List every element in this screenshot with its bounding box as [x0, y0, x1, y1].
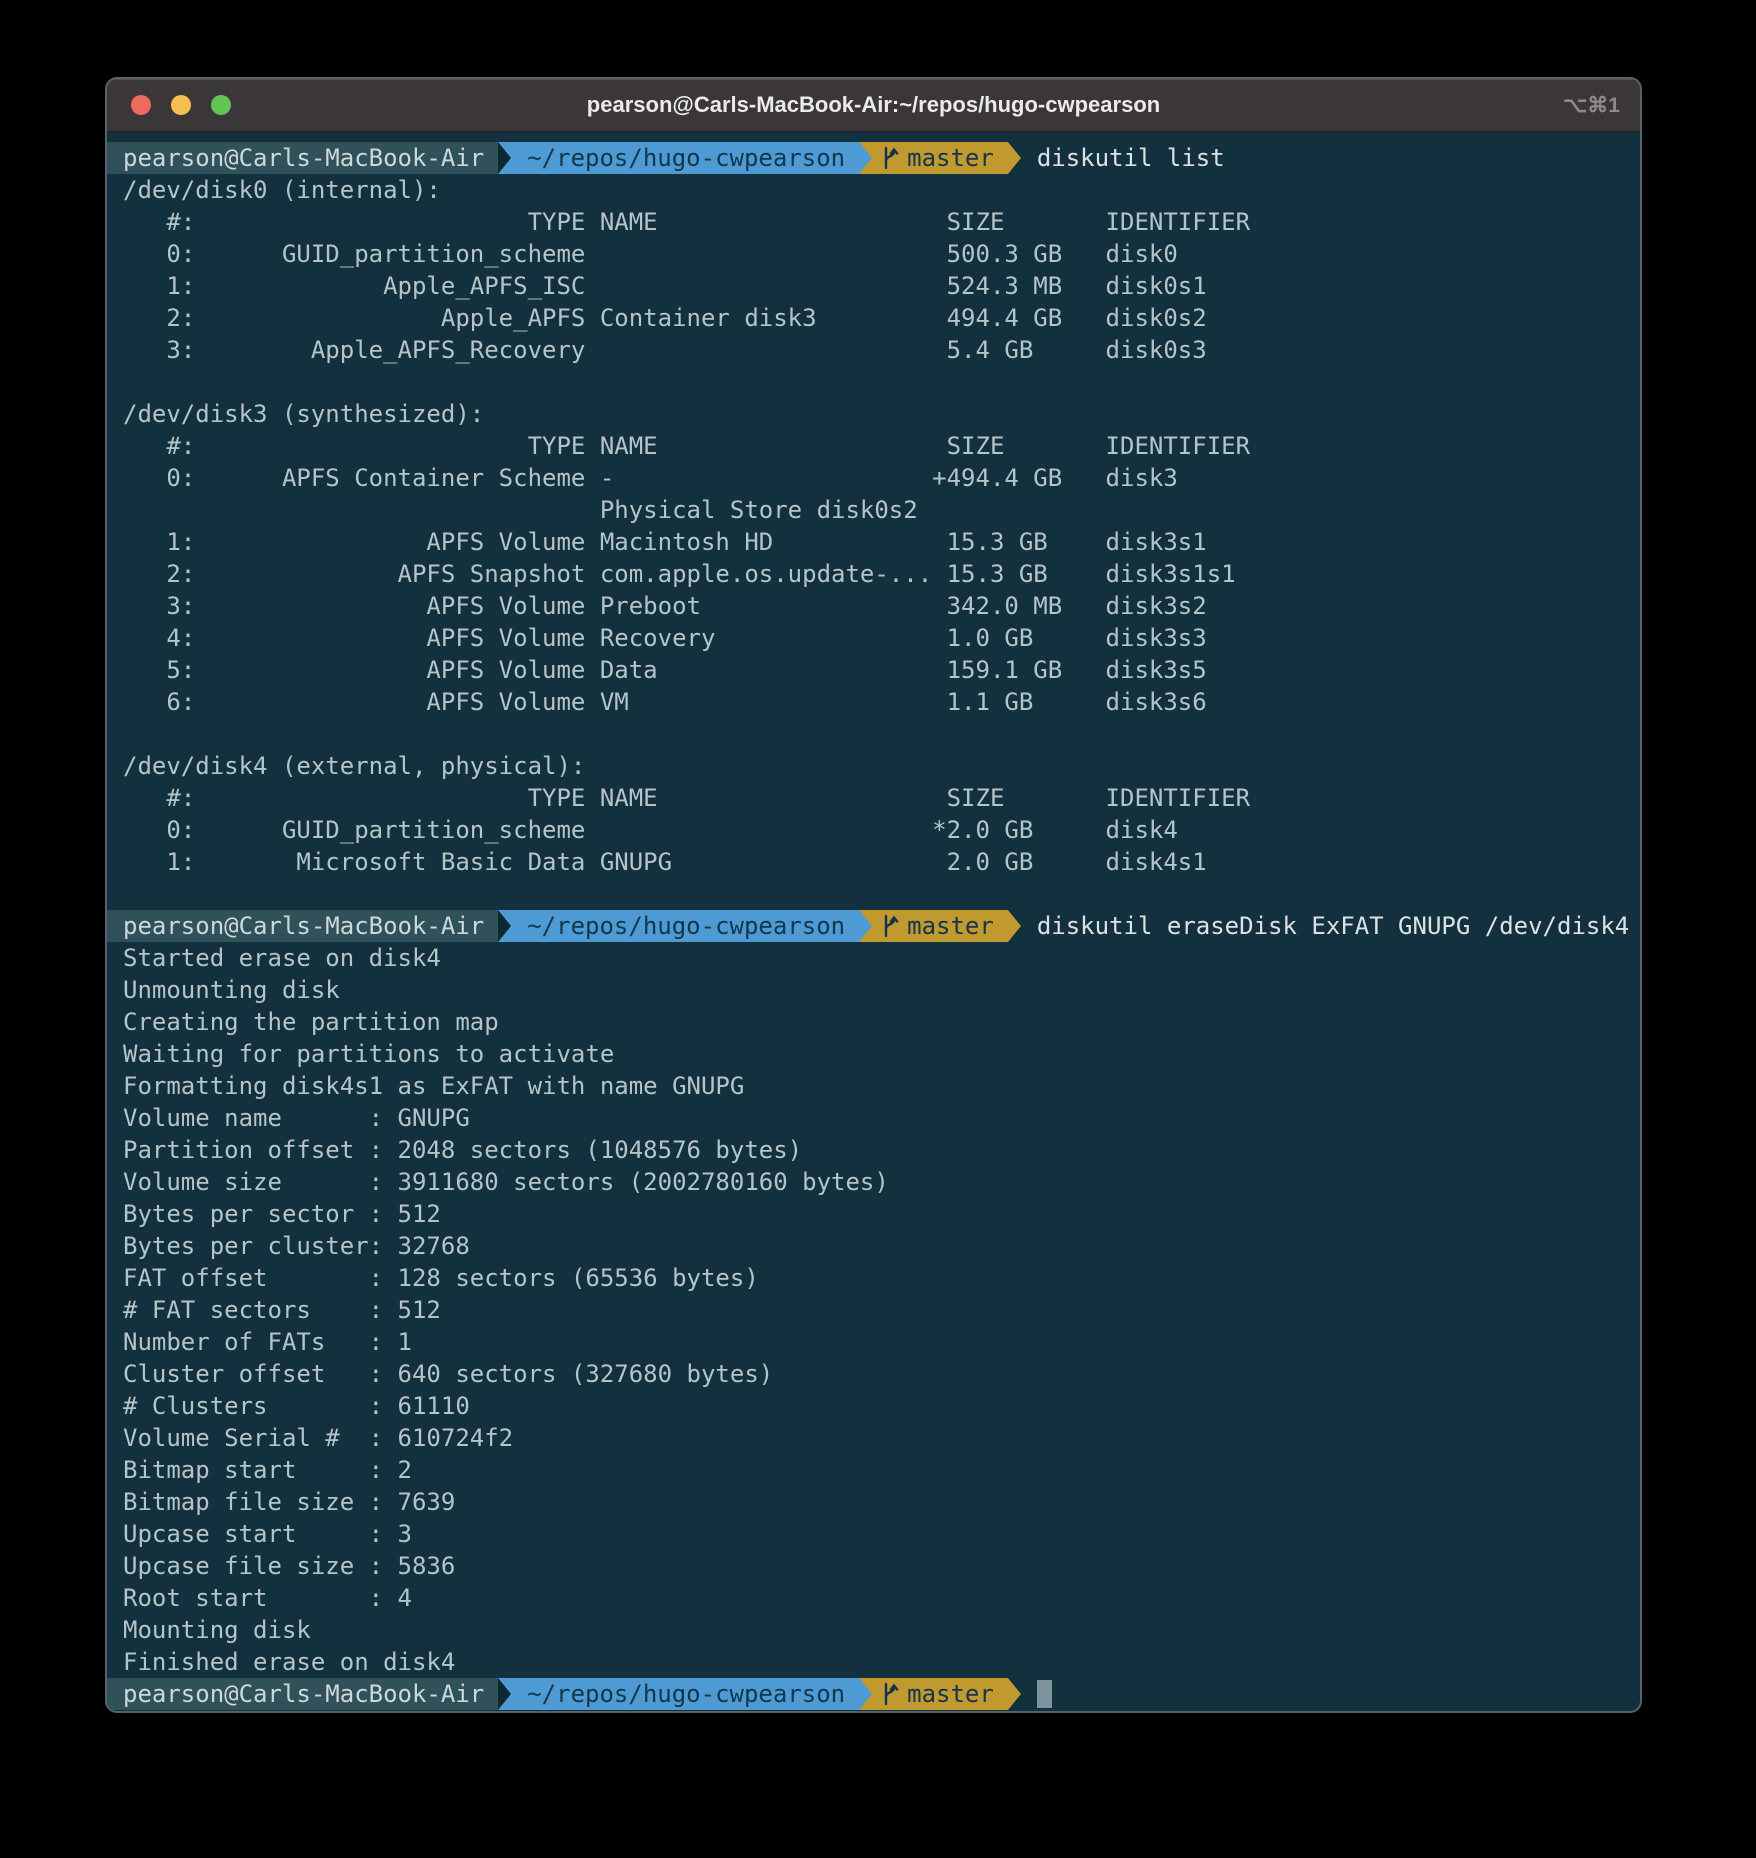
close-button[interactable] — [131, 95, 151, 115]
git-branch-icon — [880, 1681, 900, 1707]
prompt-user-host: pearson@Carls-MacBook-Air — [107, 910, 498, 942]
powerline-separator-icon — [859, 910, 872, 942]
title-bar[interactable]: pearson@Carls-MacBook-Air:~/repos/hugo-c… — [107, 79, 1640, 132]
diskutil-list-output: /dev/disk0 (internal): #: TYPE NAME SIZE… — [123, 174, 1640, 878]
terminal-content[interactable]: pearson@Carls-MacBook-Air ~/repos/hugo-c… — [107, 132, 1640, 1710]
terminal-window: pearson@Carls-MacBook-Air:~/repos/hugo-c… — [105, 77, 1642, 1713]
prompt-user-host: pearson@Carls-MacBook-Air — [107, 142, 498, 174]
powerline-separator-icon — [498, 142, 511, 174]
powerline-separator-icon — [859, 1678, 872, 1710]
tab-shortcut-hint: ⌥⌘1 — [1563, 79, 1620, 131]
prompt-git-segment: master — [872, 1678, 1008, 1710]
powerline-separator-icon — [1008, 142, 1021, 174]
prompt-directory: ~/repos/hugo-cwpearson — [511, 910, 859, 942]
terminal-cursor[interactable] — [1037, 1680, 1052, 1708]
powerline-separator-icon — [498, 1678, 511, 1710]
typed-command: diskutil list — [1021, 142, 1225, 174]
prompt-git-segment: master — [872, 142, 1008, 174]
git-branch-name: master — [907, 1678, 994, 1710]
powerline-separator-icon — [1008, 1678, 1021, 1710]
prompt-directory: ~/repos/hugo-cwpearson — [511, 142, 859, 174]
powerline-separator-icon — [498, 910, 511, 942]
prompt-user-host: pearson@Carls-MacBook-Air — [107, 1678, 498, 1710]
git-branch-icon — [880, 145, 900, 171]
git-branch-icon — [880, 913, 900, 939]
shell-prompt: pearson@Carls-MacBook-Air ~/repos/hugo-c… — [107, 142, 1640, 174]
erase-disk-output: Started erase on disk4 Unmounting disk C… — [123, 942, 1640, 1678]
window-controls — [131, 79, 231, 131]
powerline-separator-icon — [1008, 910, 1021, 942]
prompt-directory: ~/repos/hugo-cwpearson — [511, 1678, 859, 1710]
powerline-separator-icon — [859, 142, 872, 174]
git-branch-name: master — [907, 142, 994, 174]
shell-prompt: pearson@Carls-MacBook-Air ~/repos/hugo-c… — [107, 910, 1640, 942]
zoom-button[interactable] — [211, 95, 231, 115]
minimize-button[interactable] — [171, 95, 191, 115]
typed-command: diskutil eraseDisk ExFAT GNUPG /dev/disk… — [1021, 910, 1629, 942]
shell-prompt: pearson@Carls-MacBook-Air ~/repos/hugo-c… — [107, 1678, 1640, 1710]
prompt-git-segment: master — [872, 910, 1008, 942]
git-branch-name: master — [907, 910, 994, 942]
window-title: pearson@Carls-MacBook-Air:~/repos/hugo-c… — [107, 92, 1640, 118]
